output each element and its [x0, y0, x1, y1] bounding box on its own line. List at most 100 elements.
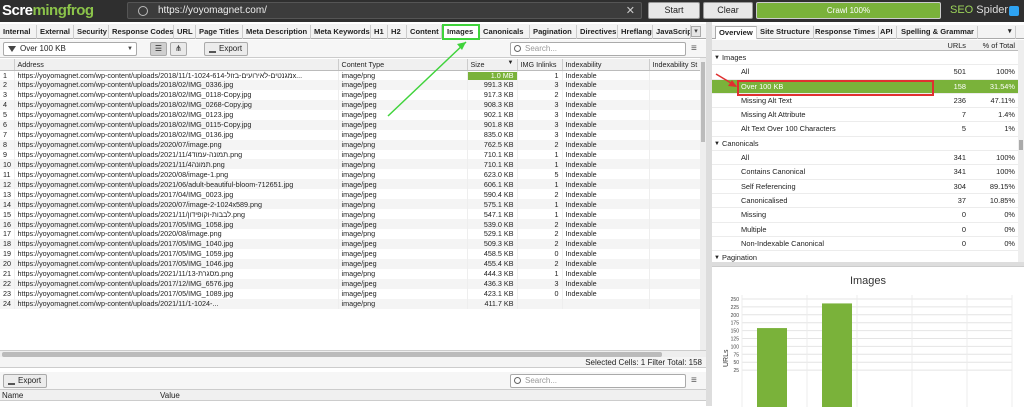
tabs-menu-icon[interactable]: ▾	[691, 26, 701, 37]
table-row[interactable]: 6 https://yoyomagnet.com/wp-content/uploa…	[0, 119, 701, 130]
overview-row[interactable]: Contains Canonical 341 100%	[712, 165, 1018, 180]
col-header-indexability[interactable]: Indexability	[562, 59, 650, 71]
tab-spelling-grammar[interactable]: Spelling & Grammar	[898, 26, 979, 39]
twitter-icon[interactable]	[1009, 6, 1019, 16]
col-header-name[interactable]: Name	[2, 391, 23, 400]
col-header-img-inlinks[interactable]: IMG Inlinks	[517, 59, 563, 71]
col-header-indexability-status[interactable]: Indexability St	[649, 59, 701, 71]
tab-meta-description[interactable]: Meta Description	[243, 25, 311, 39]
table-row[interactable]: 12 https://yoyomagnet.com/wp-content/uplo…	[0, 179, 701, 190]
overview-scrollbar[interactable]	[1018, 40, 1024, 262]
table-row[interactable]: 19 https://yoyomagnet.com/wp-content/uplo…	[0, 248, 701, 259]
img-inlinks-cell: 2	[517, 238, 563, 249]
tab-canonicals[interactable]: Canonicals	[480, 25, 530, 39]
tab-api[interactable]: API	[877, 26, 897, 39]
table-horizontal-scrollbar[interactable]	[0, 350, 706, 357]
table-row[interactable]: 4 https://yoyomagnet.com/wp-content/uploa…	[0, 99, 701, 110]
size-cell: 623.0 KB	[467, 169, 518, 180]
url-input[interactable]: https://yoyomagnet.com/ ✕	[127, 2, 642, 19]
overview-category[interactable]: ▼ Images	[712, 51, 1018, 66]
table-row[interactable]: 11 https://yoyomagnet.com/wp-content/uplo…	[0, 169, 701, 180]
scroll-thumb[interactable]	[1019, 140, 1023, 150]
tab-h1[interactable]: H1	[371, 25, 388, 39]
col-header-address[interactable]: Address	[14, 59, 339, 71]
overview-row[interactable]: Multiple 0 0%	[712, 223, 1018, 237]
overview-row[interactable]: Missing 0 0%	[712, 208, 1018, 223]
chart-bar[interactable]	[822, 303, 852, 407]
overview-row[interactable]: Missing Alt Text 236 47.11%	[712, 94, 1018, 109]
table-row[interactable]: 5 https://yoyomagnet.com/wp-content/uploa…	[0, 109, 701, 120]
table-row[interactable]: 17 https://yoyomagnet.com/wp-content/uplo…	[0, 229, 701, 239]
table-row[interactable]: 8 https://yoyomagnet.com/wp-content/uploa…	[0, 139, 701, 150]
overview-row[interactable]: All 501 100%	[712, 65, 1018, 80]
clear-button[interactable]: Clear	[703, 2, 753, 19]
chart-bar[interactable]	[757, 328, 787, 407]
table-row[interactable]: 22 https://yoyomagnet.com/wp-content/uplo…	[0, 278, 701, 289]
table-row[interactable]: 9 https://yoyomagnet.com/wp-content/uploa…	[0, 149, 701, 160]
content-type-cell: image/jpeg	[338, 278, 468, 289]
tab-url[interactable]: URL	[174, 25, 196, 39]
table-row[interactable]: 2 https://yoyomagnet.com/wp-content/uploa…	[0, 79, 701, 90]
size-value: 762.5 KB	[483, 140, 514, 150]
size-value: 509.3 KB	[483, 239, 514, 249]
table-row[interactable]: 14 https://yoyomagnet.com/wp-content/uplo…	[0, 199, 701, 210]
col-header-size[interactable]: Size ▼	[467, 59, 518, 71]
tab-response-codes[interactable]: Response Codes	[109, 25, 174, 39]
list-view-button[interactable]: ☰	[150, 42, 167, 56]
tab-javascript[interactable]: JavaScript	[653, 25, 691, 39]
overview-row[interactable]: Self Referencing 304 89.15%	[712, 180, 1018, 194]
col-header-index[interactable]	[0, 59, 15, 71]
overview-row[interactable]: Non-Indexable Canonical 0 0%	[712, 237, 1018, 252]
expand-icon[interactable]: ▼	[714, 51, 720, 65]
col-header-value[interactable]: Value	[160, 391, 180, 400]
tab-external[interactable]: External	[37, 25, 74, 39]
tab-internal[interactable]: Internal	[0, 25, 37, 39]
tab-pagination[interactable]: Pagination	[530, 25, 577, 39]
table-row[interactable]: 13 https://yoyomagnet.com/wp-content/uplo…	[0, 189, 701, 200]
table-row[interactable]: 16 https://yoyomagnet.com/wp-content/uplo…	[0, 219, 701, 229]
tab-images[interactable]: Images	[442, 24, 480, 40]
lower-export-button[interactable]: Export	[3, 374, 48, 388]
tab-security[interactable]: Security	[74, 25, 109, 39]
tab-hreflang[interactable]: Hreflang	[618, 25, 653, 39]
table-row[interactable]: 23 https://yoyomagnet.com/wp-content/uplo…	[0, 288, 701, 299]
tree-view-button[interactable]: ⋔	[170, 42, 187, 56]
tab-content[interactable]: Content	[407, 25, 442, 39]
search-input[interactable]: Search...	[510, 42, 686, 56]
export-button[interactable]: Export	[204, 42, 249, 56]
expand-icon[interactable]: ▼	[714, 137, 720, 151]
table-row[interactable]: 20 https://yoyomagnet.com/wp-content/uplo…	[0, 258, 701, 269]
overview-urls: 304	[953, 181, 966, 191]
tab-response-times[interactable]: Response Times	[812, 26, 880, 39]
clear-url-icon[interactable]: ✕	[626, 4, 635, 17]
table-row[interactable]: 24 https://yoyomagnet.com/wp-content/uplo…	[0, 298, 701, 309]
lower-settings-icon[interactable]: ≡	[691, 375, 702, 386]
content-type-cell: image/jpeg	[338, 99, 468, 110]
col-header-content-type[interactable]: Content Type	[338, 59, 468, 71]
settings-icon[interactable]: ≡	[691, 43, 702, 54]
table-row[interactable]: 21 https://yoyomagnet.com/wp-content/uplo…	[0, 268, 701, 279]
overview-row[interactable]: Canonicalised 37 10.85%	[712, 194, 1018, 209]
row-index: 10	[0, 159, 15, 170]
overview-category[interactable]: ▼ Canonicals	[712, 137, 1018, 152]
table-row[interactable]: 18 https://yoyomagnet.com/wp-content/uplo…	[0, 238, 701, 249]
table-row[interactable]: 1 https://yoyomagnet.com/wp-content/uploa…	[0, 70, 701, 80]
tab-overview[interactable]: Overview	[715, 26, 757, 39]
table-row[interactable]: 7 https://yoyomagnet.com/wp-content/uploa…	[0, 129, 701, 140]
tab-site-structure[interactable]: Site Structure	[757, 26, 814, 39]
overview-row[interactable]: All 341 100%	[712, 151, 1018, 166]
tab-h2[interactable]: H2	[388, 25, 407, 39]
table-row[interactable]: 3 https://yoyomagnet.com/wp-content/uploa…	[0, 89, 701, 100]
lower-search-input[interactable]: Search...	[510, 374, 686, 388]
table-row[interactable]: 10 https://yoyomagnet.com/wp-content/uplo…	[0, 159, 701, 170]
filter-select[interactable]: Over 100 KB ▼	[3, 42, 137, 56]
tabs-menu-icon[interactable]: ▾	[1005, 26, 1016, 39]
tab-directives[interactable]: Directives	[577, 25, 618, 39]
start-button[interactable]: Start	[648, 2, 700, 19]
table-row[interactable]: 15 https://yoyomagnet.com/wp-content/uplo…	[0, 209, 701, 220]
overview-row[interactable]: Alt Text Over 100 Characters 5 1%	[712, 122, 1018, 137]
tab-page-titles[interactable]: Page Titles	[196, 25, 243, 39]
overview-row[interactable]: Missing Alt Attribute 7 1.4%	[712, 108, 1018, 123]
tab-meta-keywords[interactable]: Meta Keywords	[311, 25, 371, 39]
scroll-thumb[interactable]	[701, 62, 705, 142]
